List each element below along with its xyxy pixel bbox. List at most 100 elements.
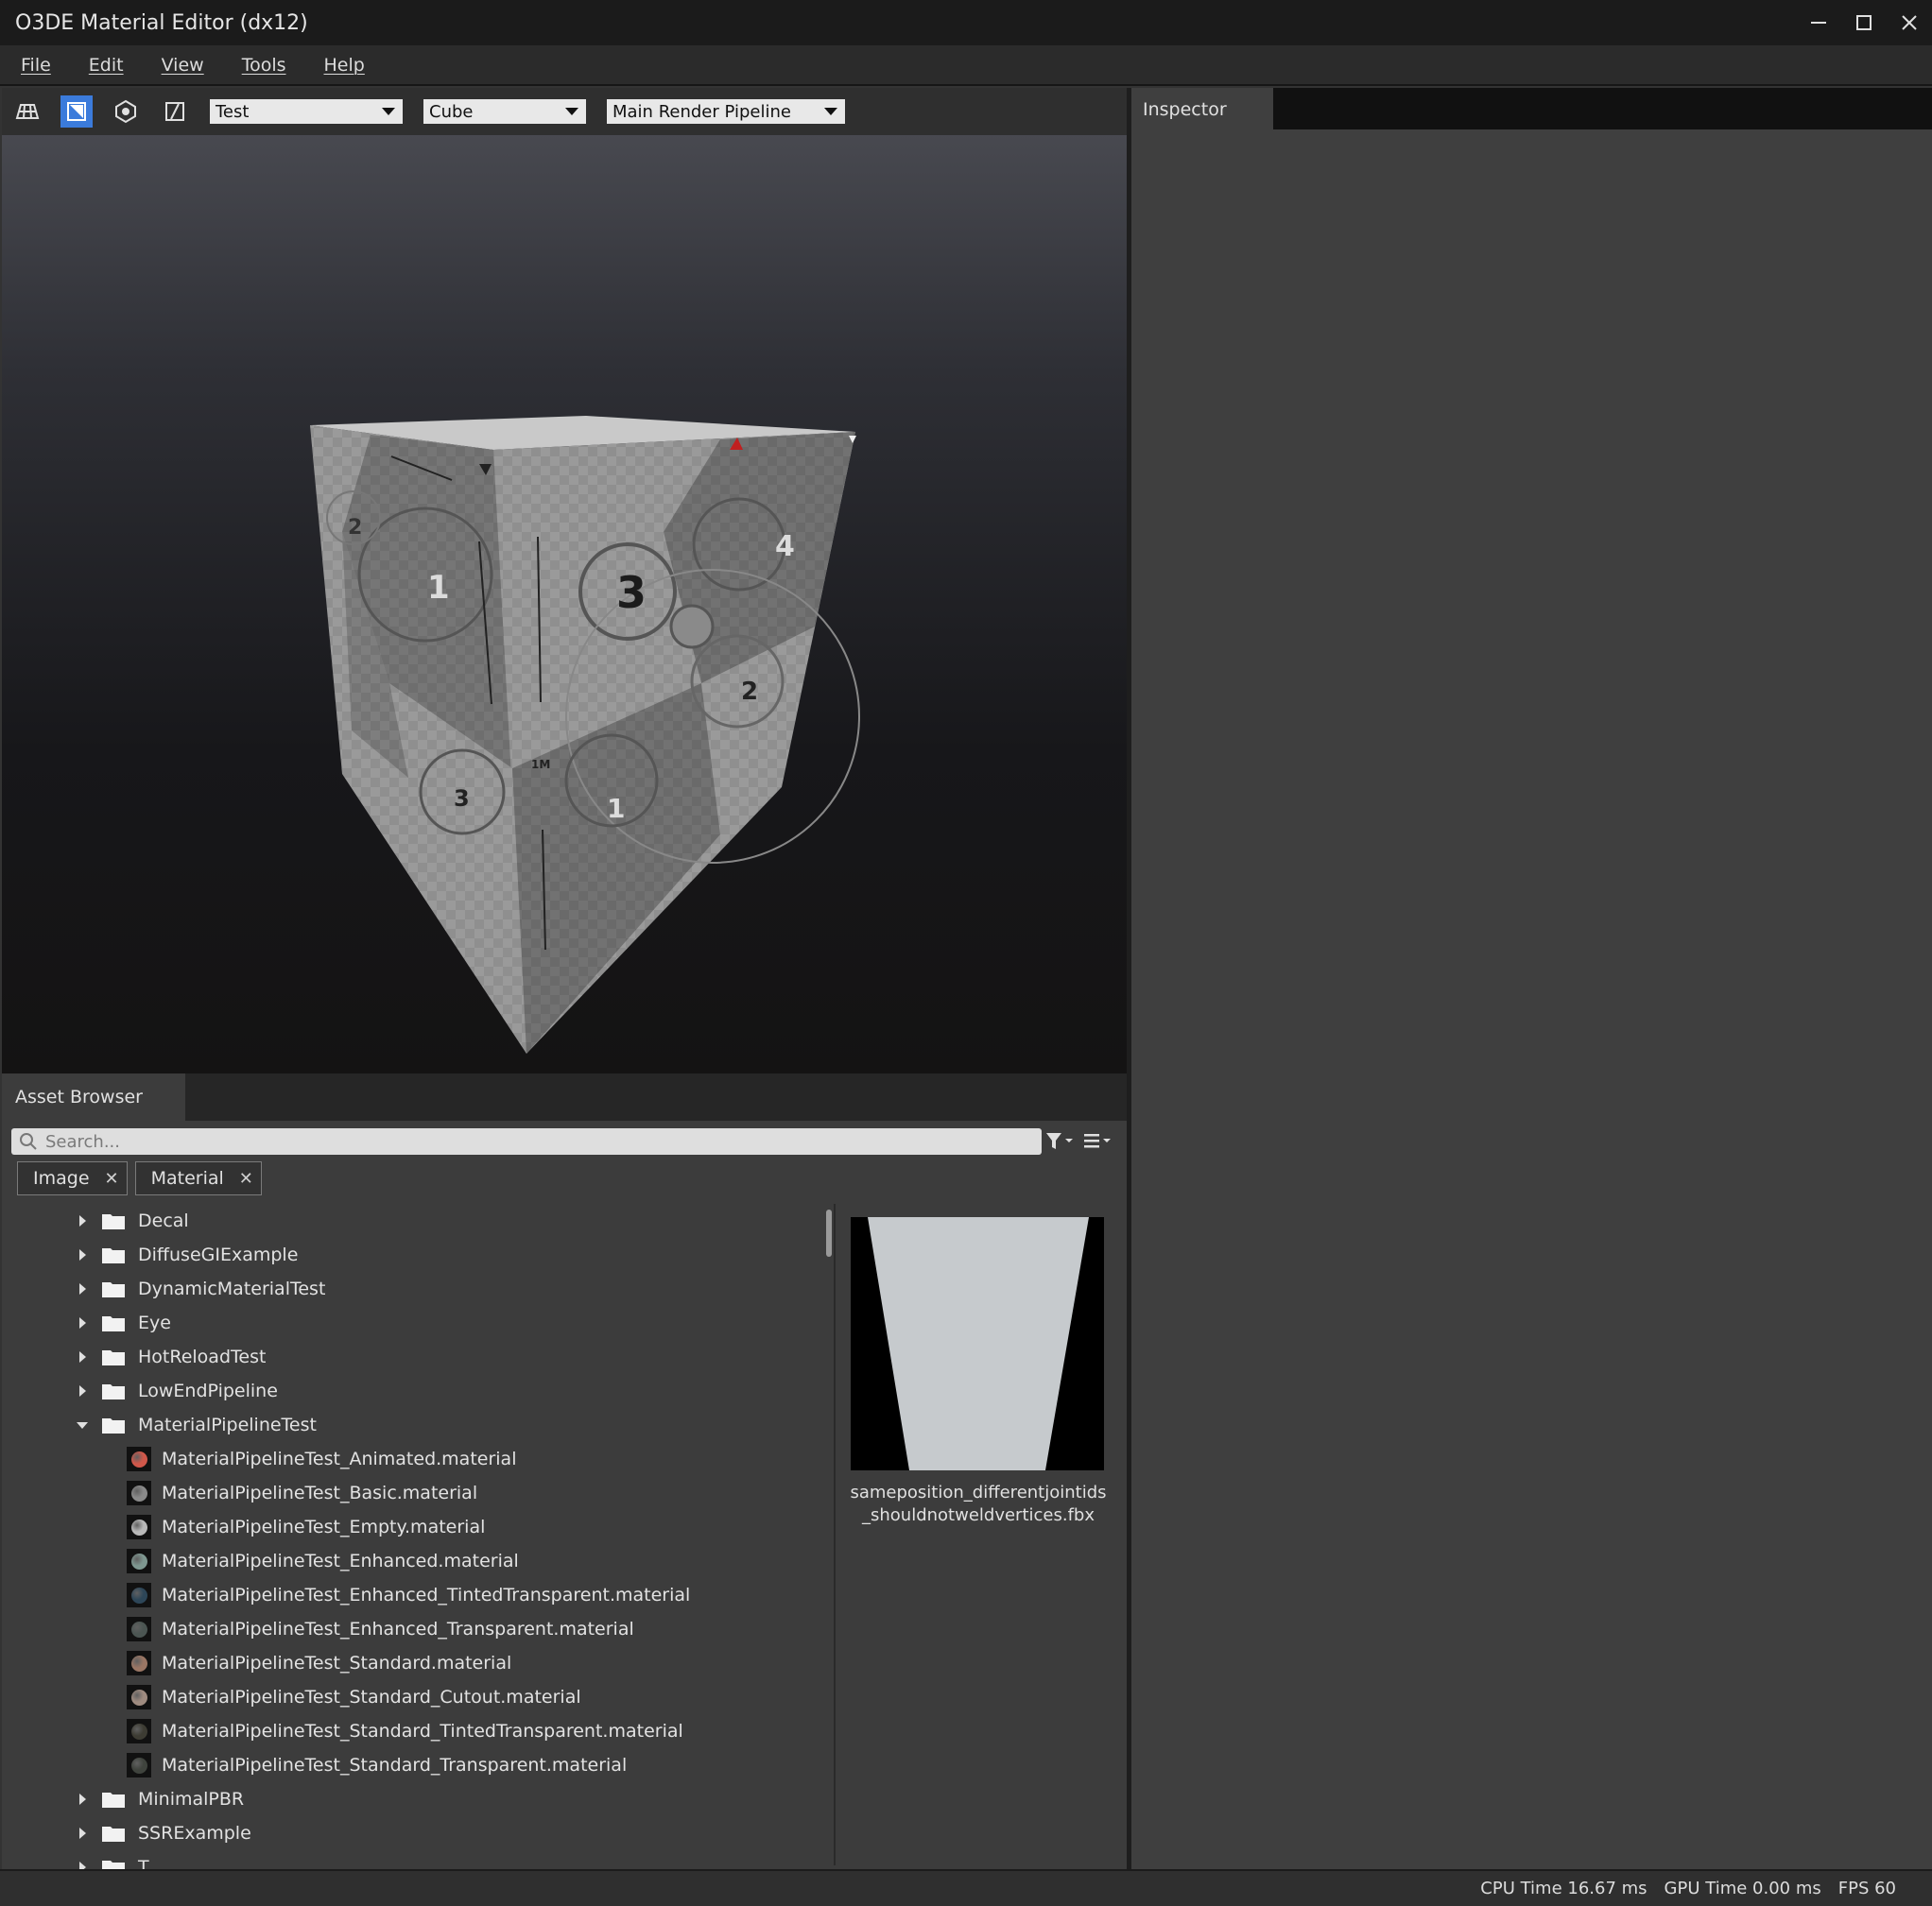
lighting-preset-value: Test (216, 101, 250, 122)
folder-icon (102, 1791, 125, 1808)
inspector-panel: Inspector (1130, 88, 1932, 1869)
search-icon (20, 1133, 37, 1150)
tab-asset-browser[interactable]: Asset Browser (2, 1073, 185, 1121)
model-preset-dropdown[interactable]: Cube (423, 99, 586, 124)
tree-folder[interactable]: DynamicMaterialTest (2, 1272, 834, 1306)
folder-icon (102, 1382, 125, 1399)
folder-icon (102, 1280, 125, 1297)
material-sphere (130, 1485, 147, 1502)
filter-icon[interactable] (1044, 1128, 1075, 1155)
chevron-right-icon[interactable] (74, 1314, 91, 1331)
menu-file[interactable]: File (21, 55, 51, 76)
asset-browser-panel: Asset Browser Search... Image ✕ Material… (2, 1073, 1127, 1869)
chevron-right-icon[interactable] (74, 1825, 91, 1842)
list-view-icon[interactable] (1082, 1128, 1113, 1155)
folder-icon (102, 1859, 125, 1869)
tree-folder[interactable]: T... (2, 1850, 834, 1869)
chevron-right-icon[interactable] (74, 1280, 91, 1297)
tree-material-file[interactable]: MaterialPipelineTest_Animated.material (2, 1442, 834, 1476)
shadow-catcher-icon[interactable] (60, 95, 93, 128)
material-thumbnail-icon (127, 1515, 151, 1539)
material-thumbnail-icon (127, 1549, 151, 1573)
lighting-preset-icon[interactable] (110, 95, 142, 128)
filter-chip-image[interactable]: Image ✕ (17, 1161, 128, 1195)
remove-filter-icon[interactable]: ✕ (105, 1169, 119, 1189)
lighting-preset-dropdown[interactable]: Test (210, 99, 403, 124)
tonemapping-icon[interactable] (159, 95, 191, 128)
tree-folder[interactable]: HotReloadTest (2, 1340, 834, 1374)
grid-icon[interactable] (11, 95, 43, 128)
chevron-down-icon (824, 108, 837, 115)
tree-material-file[interactable]: MaterialPipelineTest_Standard_Transparen… (2, 1748, 834, 1782)
chevron-right-icon[interactable] (74, 1859, 91, 1869)
maximize-icon[interactable] (1841, 0, 1887, 45)
tree-folder[interactable]: MinimalPBR (2, 1782, 834, 1816)
menu-tools[interactable]: Tools (242, 55, 286, 76)
tree-item-label: MaterialPipelineTest (138, 1415, 317, 1435)
tree-material-file[interactable]: MaterialPipelineTest_Empty.material (2, 1510, 834, 1544)
menu-help[interactable]: Help (324, 55, 365, 76)
remove-filter-icon[interactable]: ✕ (239, 1169, 253, 1189)
chevron-right-icon[interactable] (74, 1348, 91, 1365)
tree-material-file[interactable]: MaterialPipelineTest_Enhanced.material (2, 1544, 834, 1578)
chevron-right-icon[interactable] (74, 1791, 91, 1808)
material-sphere (130, 1723, 147, 1740)
model-preset-value: Cube (429, 101, 474, 122)
inspector-tabstrip: Inspector (1131, 88, 1932, 129)
material-sphere (130, 1689, 147, 1706)
chevron-right-icon[interactable] (74, 1382, 91, 1399)
tree-item-label: MaterialPipelineTest_Standard_TintedTran… (162, 1721, 683, 1742)
tree-material-file[interactable]: MaterialPipelineTest_Enhanced_TintedTran… (2, 1578, 834, 1612)
cpu-time: CPU Time 16.67 ms (1480, 1879, 1647, 1898)
menu-edit[interactable]: Edit (89, 55, 124, 76)
tree-folder[interactable]: SSRExample (2, 1816, 834, 1850)
tab-inspector[interactable]: Inspector (1131, 88, 1273, 129)
cube-number: 3 (454, 785, 470, 812)
material-thumbnail-icon (127, 1685, 151, 1709)
chevron-right-icon[interactable] (74, 1246, 91, 1263)
folder-icon (102, 1212, 125, 1229)
asset-browser-tabstrip: Asset Browser (2, 1073, 1127, 1121)
minimize-icon[interactable] (1796, 0, 1841, 45)
cube-number: 3 (616, 567, 647, 618)
preview-filename-line1: sameposition_differentjointids (850, 1483, 1107, 1502)
cube-number: 4 (775, 530, 795, 563)
tree-material-file[interactable]: MaterialPipelineTest_Basic.material (2, 1476, 834, 1510)
render-pipeline-dropdown[interactable]: Main Render Pipeline (607, 99, 845, 124)
material-sphere (130, 1655, 147, 1672)
tree-item-label: MaterialPipelineTest_Enhanced_Transparen… (162, 1619, 634, 1640)
chevron-down-icon[interactable] (74, 1417, 91, 1434)
material-sphere (130, 1621, 147, 1638)
chevron-down-icon (382, 108, 395, 115)
tree-material-file[interactable]: MaterialPipelineTest_Standard_Cutout.mat… (2, 1680, 834, 1714)
tree-folder[interactable]: MaterialPipelineTest (2, 1408, 834, 1442)
material-sphere (130, 1553, 147, 1570)
tree-scrollbar[interactable] (826, 1210, 832, 1257)
tree-folder[interactable]: DiffuseGIExample (2, 1238, 834, 1272)
tree-material-file[interactable]: MaterialPipelineTest_Standard_TintedTran… (2, 1714, 834, 1748)
filter-chip-label: Material (150, 1168, 224, 1189)
filter-chip-material[interactable]: Material ✕ (134, 1161, 262, 1195)
viewport[interactable]: Test Cube Main Render Pipeline 3 4 2 1 1… (2, 88, 1127, 1073)
window-title: O3DE Material Editor (dx12) (15, 10, 308, 35)
chevron-down-icon (565, 108, 578, 115)
search-placeholder: Search... (45, 1131, 121, 1152)
cube-target (669, 604, 715, 649)
search-input[interactable]: Search... (11, 1128, 1042, 1155)
fps-counter: FPS 60 (1837, 1879, 1896, 1898)
material-thumbnail-icon (127, 1753, 151, 1777)
menu-view[interactable]: View (162, 55, 204, 76)
tree-material-file[interactable]: MaterialPipelineTest_Standard.material (2, 1646, 834, 1680)
folder-icon (102, 1314, 125, 1331)
tree-folder[interactable]: Decal (2, 1204, 834, 1238)
cube-number: 1 (607, 793, 625, 824)
window-controls (1796, 0, 1932, 45)
tree-folder[interactable]: LowEndPipeline (2, 1374, 834, 1408)
tree-material-file[interactable]: MaterialPipelineTest_Enhanced_Transparen… (2, 1612, 834, 1646)
tree-folder[interactable]: Eye (2, 1306, 834, 1340)
close-icon[interactable] (1887, 0, 1932, 45)
title-bar: O3DE Material Editor (dx12) (0, 0, 1932, 45)
material-editor-window: O3DE Material Editor (dx12) File Edit Vi… (0, 0, 1932, 1906)
chevron-right-icon[interactable] (74, 1212, 91, 1229)
tree-item-label: MaterialPipelineTest_Standard_Transparen… (162, 1755, 628, 1776)
